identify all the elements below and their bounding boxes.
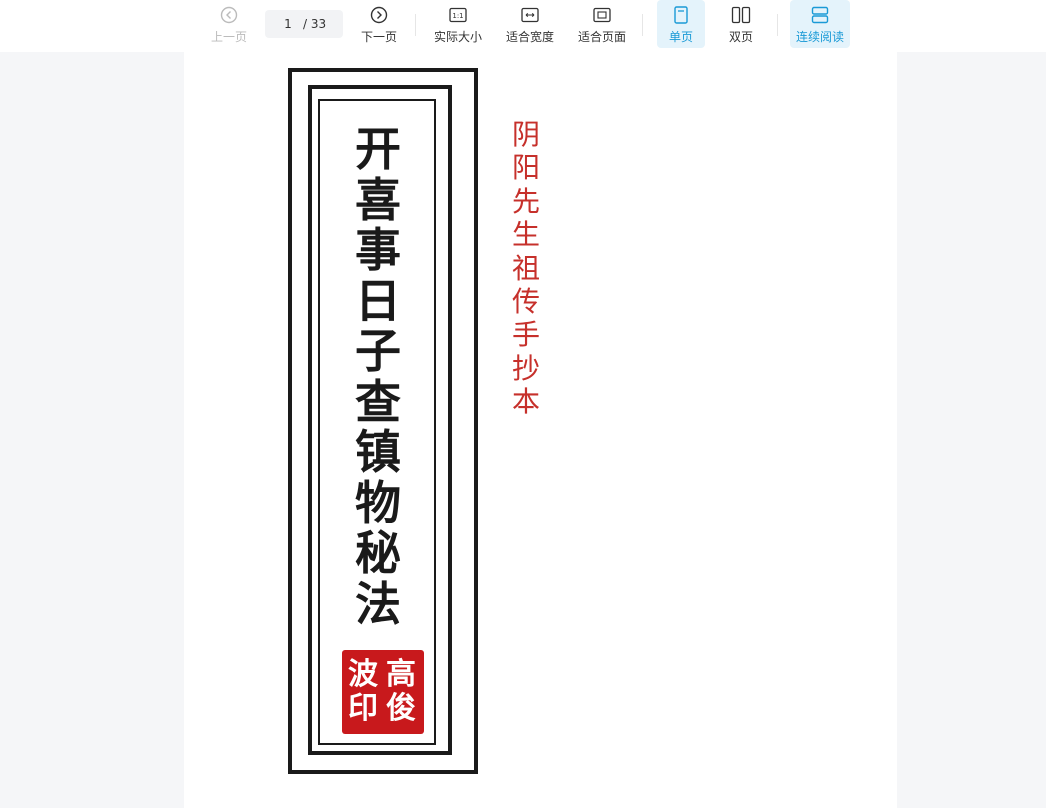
- book-title: 开喜事日子查镇物秘法: [355, 122, 401, 631]
- fit-page-label: 适合页面: [577, 30, 626, 44]
- actual-size-button[interactable]: 1:1 实际大小: [430, 0, 486, 48]
- double-page-icon: [731, 5, 751, 25]
- seal-text-left: 波印: [348, 657, 378, 726]
- chevron-left-circle-icon: [219, 5, 239, 25]
- fit-page-button[interactable]: 适合页面: [574, 0, 630, 48]
- actual-size-icon-text: 1:1: [452, 12, 463, 20]
- seal-text-right: 高俊: [386, 657, 416, 726]
- single-page-button[interactable]: 单页: [657, 0, 705, 48]
- continuous-reading-button[interactable]: 连续阅读: [790, 0, 850, 48]
- continuous-reading-label: 连续阅读: [795, 30, 844, 44]
- page-indicator: / 33: [265, 10, 343, 38]
- actual-size-label: 实际大小: [433, 30, 482, 44]
- book-subtitle: 阴阳先生祖传手抄本: [511, 118, 540, 419]
- fit-width-button[interactable]: 适合宽度: [502, 0, 558, 48]
- single-page-icon: [671, 5, 691, 25]
- next-page-button[interactable]: 下一页: [354, 0, 404, 48]
- toolbar-divider: [415, 14, 416, 36]
- viewer-toolbar: 上一页 / 33 下一页 1:1 实际大小 适合宽度 适合页面 单页: [0, 0, 1046, 52]
- toolbar-divider: [642, 14, 643, 36]
- fit-page-icon: [592, 5, 612, 25]
- document-page: 开喜事日子查镇物秘法 高俊 波印 阴阳先生祖传手抄本: [184, 52, 897, 808]
- page-number-input[interactable]: [275, 17, 301, 31]
- fit-width-label: 适合宽度: [505, 30, 554, 44]
- single-page-label: 单页: [668, 30, 693, 44]
- prev-page-button[interactable]: 上一页: [204, 0, 254, 48]
- prev-page-label: 上一页: [210, 30, 247, 44]
- page-total: / 33: [303, 17, 327, 31]
- fit-width-icon: [520, 5, 540, 25]
- toolbar-divider: [777, 14, 778, 36]
- double-page-button[interactable]: 双页: [717, 0, 765, 48]
- continuous-icon: [810, 5, 830, 25]
- red-seal: 高俊 波印: [342, 650, 424, 734]
- chevron-right-circle-icon: [369, 5, 389, 25]
- next-page-label: 下一页: [360, 30, 397, 44]
- double-page-label: 双页: [728, 30, 753, 44]
- actual-size-icon: 1:1: [448, 5, 468, 25]
